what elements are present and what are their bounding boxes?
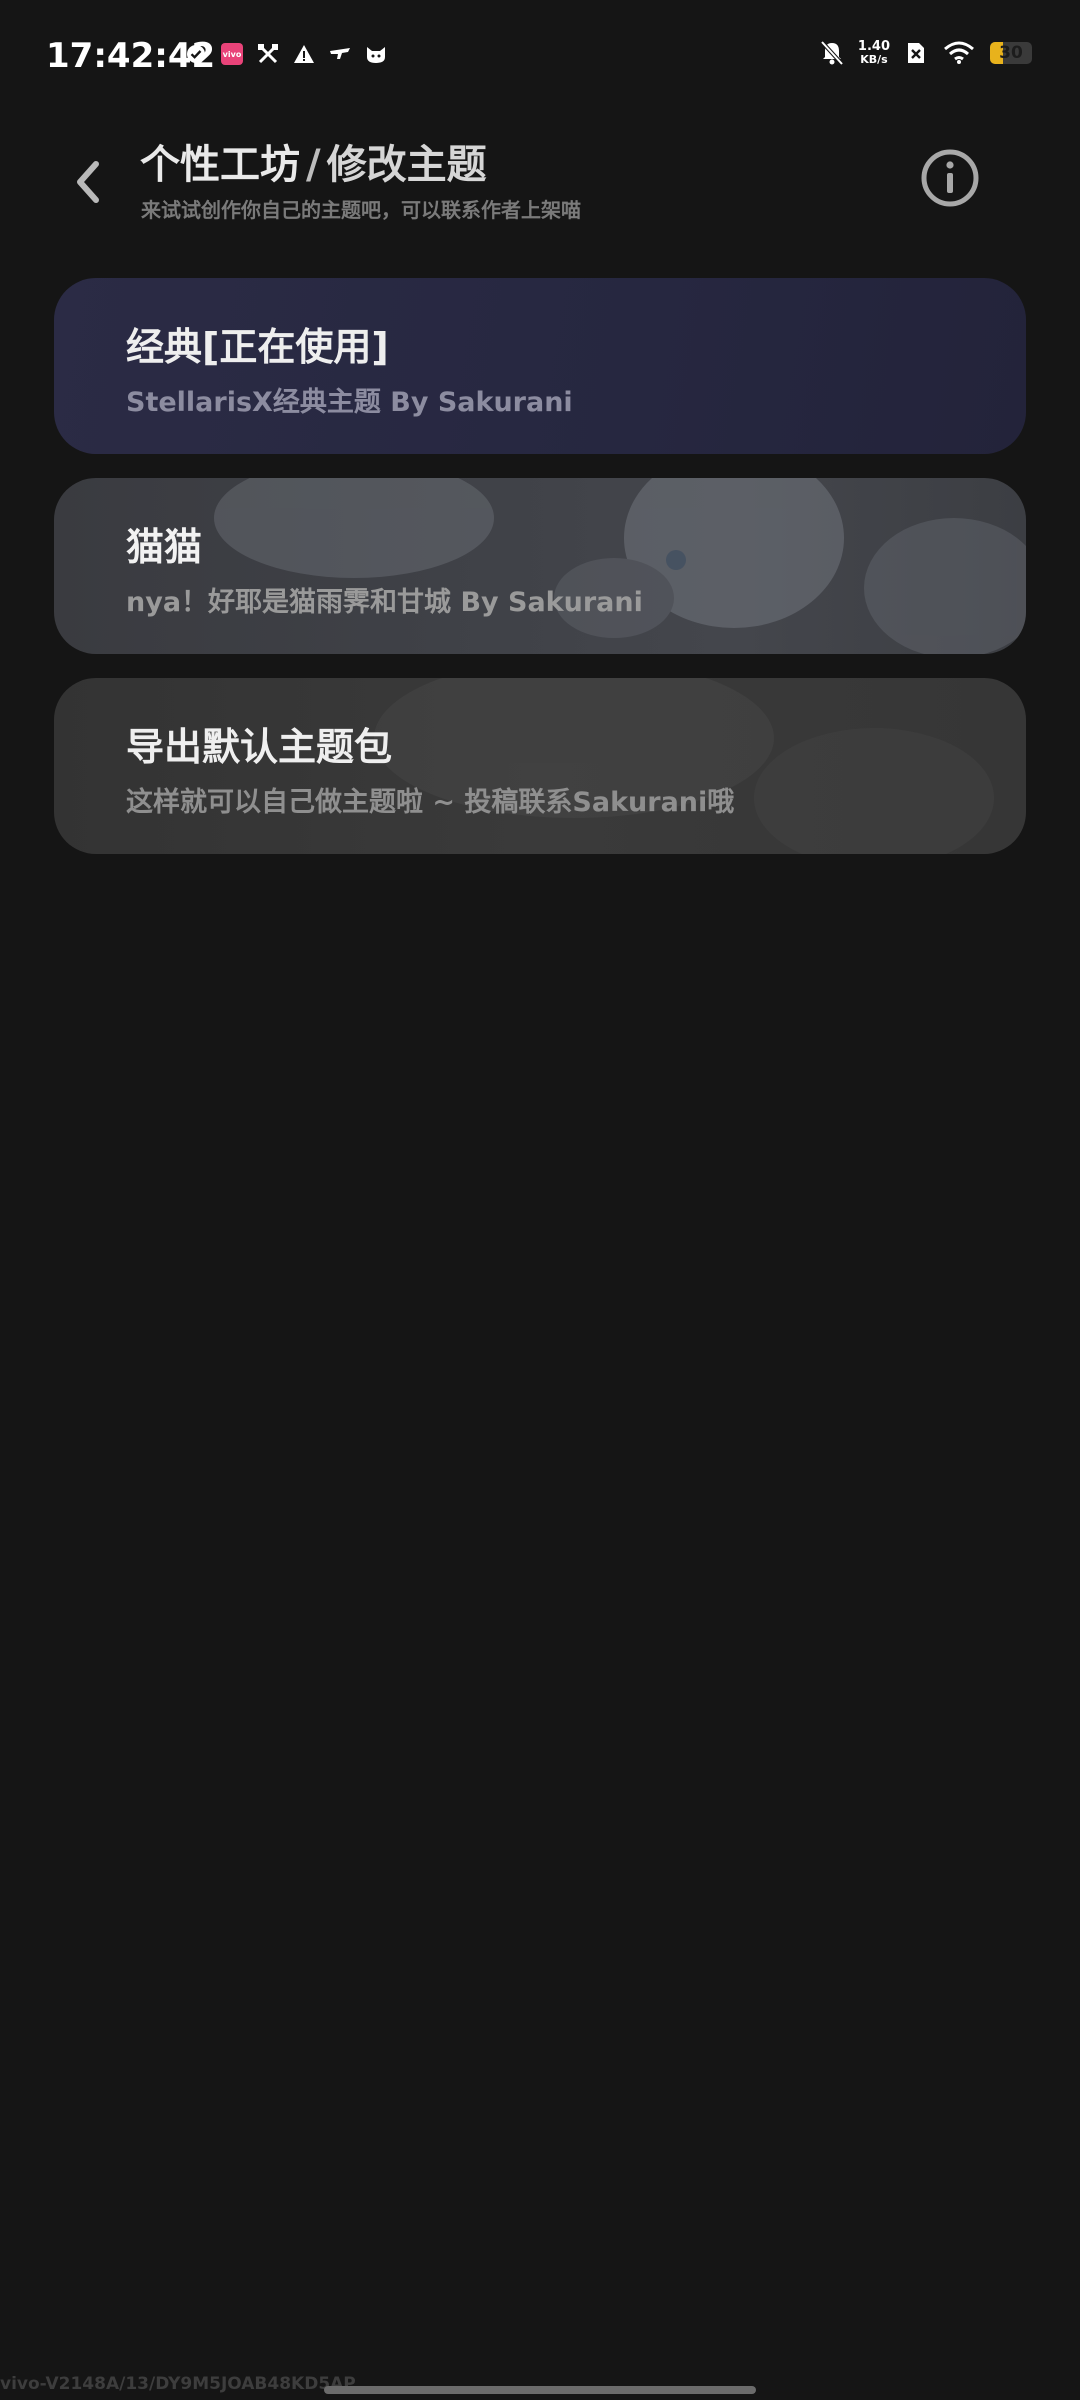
tools-icon	[256, 42, 280, 66]
battery-indicator: 30	[990, 42, 1032, 64]
export-default-theme-card[interactable]: 导出默认主题包 这样就可以自己做主题啦 ~ 投稿联系Sakurani哦	[54, 678, 1026, 854]
system-status-icons: 1.40 KB/s 30	[820, 40, 1032, 66]
cat-icon	[364, 42, 388, 66]
info-icon	[921, 149, 979, 207]
bell-off-icon	[820, 40, 844, 66]
title-main: 个性工坊	[140, 142, 300, 188]
net-speed-value: 1.40	[857, 39, 890, 54]
vivo-app-icon: vivo	[220, 42, 244, 66]
status-bar: 17:42:42 vivo 1.40 KB/s 30	[0, 0, 1080, 112]
title-sub: 修改主题	[326, 142, 487, 188]
theme-card-cat[interactable]: 猫猫 nya！好耶是猫雨霁和甘城 By Sakurani	[54, 478, 1026, 654]
net-speed-unit: KB/s	[860, 53, 888, 66]
notification-icons: vivo	[184, 42, 388, 66]
network-speed: 1.40 KB/s	[858, 40, 890, 66]
theme-card-classic[interactable]: 经典[正在使用] StellarisX经典主题 By Sakurani	[54, 278, 1026, 454]
info-button[interactable]	[918, 146, 982, 210]
page-title: 个性工坊 / 修改主题	[140, 132, 487, 190]
theme-description: nya！好耶是猫雨霁和甘城 By Sakurani	[126, 587, 643, 618]
battery-level: 30	[999, 43, 1023, 63]
no-sim-icon	[904, 41, 928, 65]
wifi-icon	[942, 41, 976, 65]
theme-title: 经典[正在使用]	[126, 325, 389, 369]
vivo-badge: vivo	[221, 43, 243, 65]
check-circle-icon	[184, 42, 208, 66]
warning-icon	[292, 42, 316, 66]
home-indicator[interactable]	[324, 2386, 756, 2394]
device-id-watermark: vivo-V2148A/13/DY9M5JOAB48KD5AP	[0, 2374, 356, 2394]
drone-icon	[328, 42, 352, 66]
chevron-left-icon	[77, 161, 99, 203]
page-header: 个性工坊 / 修改主题 来试试创作你自己的主题吧，可以联系作者上架喵	[0, 112, 1080, 242]
back-button[interactable]	[62, 152, 112, 212]
page-subtitle: 来试试创作你自己的主题吧，可以联系作者上架喵	[141, 198, 581, 222]
card-description: 这样就可以自己做主题啦 ~ 投稿联系Sakurani哦	[126, 787, 735, 818]
card-title: 导出默认主题包	[126, 725, 393, 769]
theme-description: StellarisX经典主题 By Sakurani	[126, 387, 573, 418]
title-separator: /	[306, 142, 321, 188]
theme-title: 猫猫	[126, 525, 203, 569]
